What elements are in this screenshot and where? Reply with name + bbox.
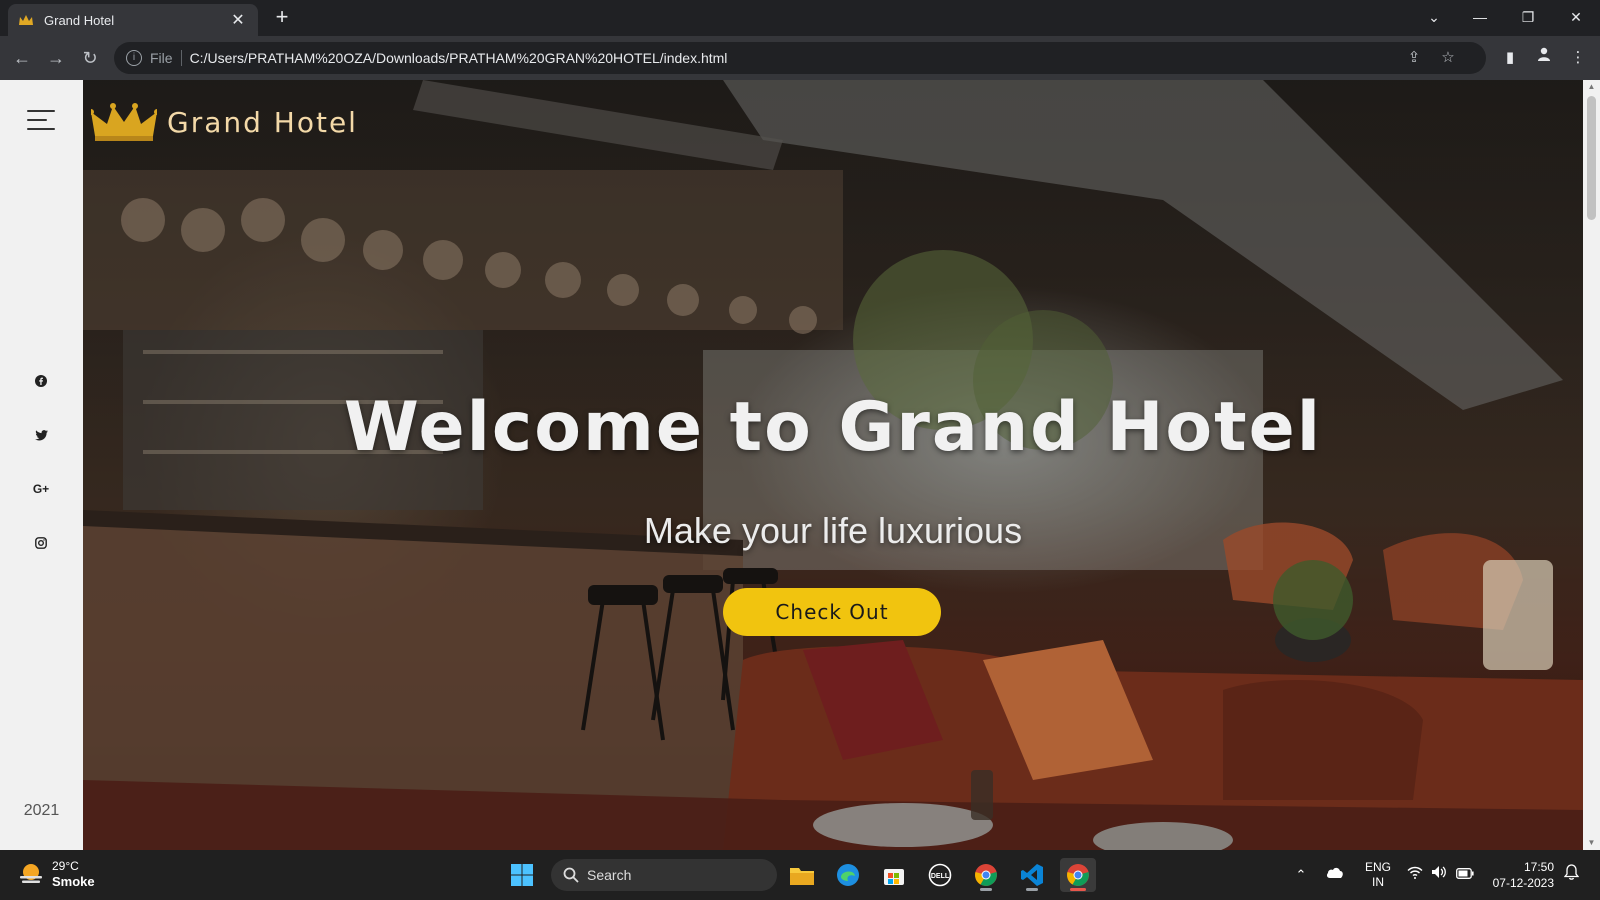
url-scheme: File	[150, 50, 182, 66]
facebook-icon[interactable]	[28, 368, 54, 394]
scroll-thumb[interactable]	[1587, 96, 1596, 220]
side-panel-icon[interactable]: ▮	[1498, 46, 1522, 70]
hero-section: Grand Hotel Welcome to Grand Hotel Make …	[83, 80, 1583, 850]
start-button[interactable]	[504, 858, 540, 892]
bookmark-star-icon[interactable]: ☆	[1434, 42, 1462, 74]
clock-date: 07-12-2023	[1492, 876, 1554, 890]
clock-time: 17:50	[1523, 860, 1554, 874]
address-bar[interactable]: i File C:/Users/PRATHAM%20OZA/Downloads/…	[114, 42, 1486, 74]
instagram-icon[interactable]	[28, 530, 54, 556]
weather-temperature: 29°C	[52, 859, 79, 873]
weather-condition: Smoke	[52, 874, 95, 889]
volume-icon[interactable]	[1428, 864, 1450, 886]
browser-tab-strip: Grand Hotel ✕ + ⌄ — ❐ ✕	[0, 0, 1600, 36]
os-taskbar: 29°C Smoke Search DELL ⌃ ENG IN 17:50 07…	[0, 850, 1600, 900]
system-clock[interactable]: 17:50 07-12-2023	[1484, 859, 1554, 891]
windows-logo-icon	[511, 864, 533, 886]
profile-icon[interactable]	[1532, 46, 1556, 70]
new-tab-button[interactable]: +	[270, 6, 294, 30]
chrome-active-icon[interactable]	[1060, 858, 1096, 892]
search-label: Search	[587, 867, 632, 883]
sidebar-year: 2021	[23, 802, 60, 819]
lang-secondary: IN	[1372, 875, 1384, 889]
tab-title: Grand Hotel	[44, 12, 115, 28]
browser-tab[interactable]: Grand Hotel ✕	[8, 4, 258, 36]
url-text[interactable]: C:/Users/PRATHAM%20OZA/Downloads/PRATHAM…	[190, 50, 728, 66]
page-scrollbar[interactable]: ▲ ▼	[1583, 80, 1600, 850]
browser-toolbar: ← → ↻ i File C:/Users/PRATHAM%20OZA/Down…	[0, 36, 1600, 80]
taskbar-search[interactable]: Search	[551, 859, 777, 891]
share-icon[interactable]: ⇪	[1400, 42, 1428, 74]
menu-kebab-icon[interactable]: ⋮	[1566, 46, 1590, 70]
weather-widget[interactable]: 29°C Smoke	[18, 858, 95, 890]
hero-title: Welcome to Grand Hotel	[343, 388, 1323, 467]
site-info-icon[interactable]: i	[126, 50, 142, 66]
back-button[interactable]: ←	[10, 46, 34, 70]
notification-bell-icon[interactable]	[1560, 864, 1582, 886]
twitter-icon[interactable]	[28, 422, 54, 448]
microsoft-store-icon[interactable]	[876, 858, 912, 892]
chrome-profile-icon[interactable]	[968, 858, 1004, 892]
restore-button[interactable]: ❐	[1510, 4, 1546, 30]
lang-primary: ENG	[1364, 860, 1391, 874]
sidebar: G+ 2021	[0, 80, 83, 850]
close-window-button[interactable]: ✕	[1558, 4, 1594, 30]
vs-code-icon[interactable]	[1014, 858, 1050, 892]
tab-close-icon[interactable]: ✕	[228, 10, 248, 30]
forward-button[interactable]: →	[44, 46, 68, 70]
logo-text: Grand Hotel	[167, 105, 358, 139]
reload-button[interactable]: ↻	[78, 46, 102, 70]
minimize-button[interactable]: —	[1462, 4, 1498, 30]
wifi-icon[interactable]	[1404, 864, 1426, 886]
svg-text:DELL: DELL	[931, 873, 950, 880]
edge-browser-icon[interactable]	[830, 858, 866, 892]
onedrive-cloud-icon[interactable]	[1324, 864, 1346, 886]
profile-avatar-icon	[1538, 47, 1550, 61]
hero-subtitle: Make your life luxurious	[643, 510, 1023, 551]
site-logo[interactable]: Grand Hotel	[91, 102, 358, 142]
dell-icon[interactable]: DELL	[922, 858, 958, 892]
search-icon	[563, 867, 579, 883]
google-plus-icon[interactable]: G+	[28, 476, 54, 502]
language-indicator[interactable]: ENG IN	[1362, 860, 1394, 890]
file-explorer-icon[interactable]	[784, 858, 820, 892]
crown-logo-icon	[91, 103, 157, 141]
check-out-button[interactable]: Check Out	[723, 588, 941, 636]
page-viewport: G+ 2021 Grand Hotel Welcome to Grand Hot…	[0, 80, 1600, 850]
crown-favicon-icon	[19, 15, 33, 25]
weather-haze-icon	[20, 864, 42, 883]
hamburger-menu-icon[interactable]	[27, 108, 55, 132]
tab-search-chevron-icon[interactable]: ⌄	[1416, 4, 1452, 30]
tray-overflow-chevron-icon[interactable]: ⌃	[1290, 864, 1312, 886]
battery-icon[interactable]	[1454, 864, 1476, 886]
scroll-up-arrow-icon[interactable]: ▲	[1583, 80, 1600, 94]
scroll-down-arrow-icon[interactable]: ▼	[1583, 836, 1600, 850]
